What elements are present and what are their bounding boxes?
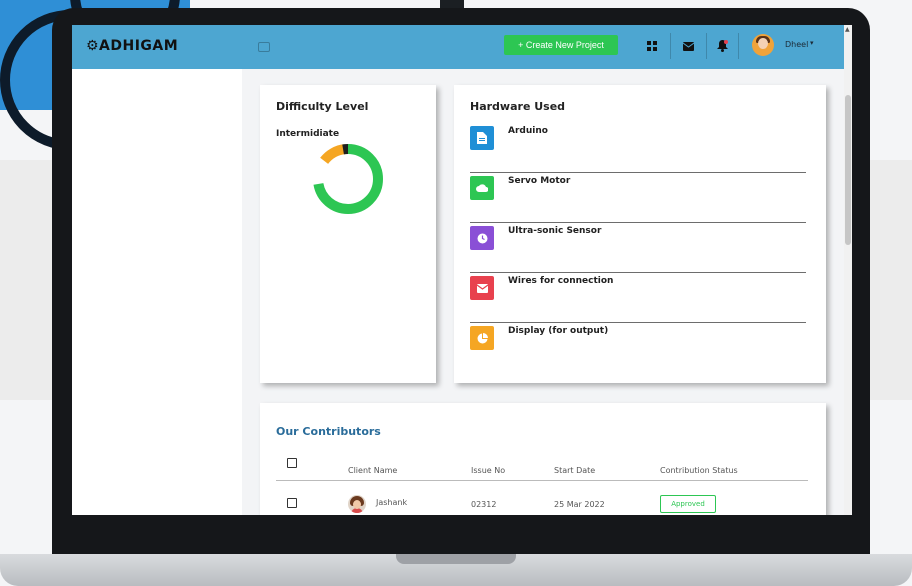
hardware-list-item[interactable]: Arduino <box>470 123 806 173</box>
scroll-up-icon[interactable]: ▲ <box>845 26 850 33</box>
status-badge: Approved <box>660 495 716 513</box>
column-header-start-date[interactable]: Start Date <box>554 466 595 475</box>
hardware-list-item[interactable]: Servo Motor <box>470 173 806 223</box>
laptop-notch <box>396 554 516 564</box>
hardware-item-label: Display (for output) <box>508 326 609 336</box>
contributors-card: Our Contributors Client Name Issue No St… <box>260 403 826 515</box>
create-project-button[interactable]: + Create New Project <box>504 35 618 55</box>
difficulty-card: Difficulty Level Intermidiate <box>260 85 436 383</box>
sidebar <box>72 69 242 515</box>
document-icon <box>470 126 494 150</box>
difficulty-level-label: Intermidiate <box>276 129 340 139</box>
contributor-name: Jashank <box>376 498 408 507</box>
pie-chart-icon <box>470 326 494 350</box>
hardware-card: Hardware Used Arduino Servo Motor Ultra-so… <box>454 85 826 383</box>
hardware-item-label: Ultra-sonic Sensor <box>508 226 602 236</box>
nav-divider <box>706 33 707 59</box>
contributor-avatar <box>348 495 366 513</box>
top-navbar: ⚙ADHIGAM + Create New Project Dheel ▾ <box>72 25 844 69</box>
cloud-icon <box>470 176 494 200</box>
column-header-client-name[interactable]: Client Name <box>348 466 397 475</box>
mail-icon[interactable] <box>680 38 696 54</box>
username-label[interactable]: Dheel <box>785 40 808 49</box>
hardware-title: Hardware Used <box>470 100 566 113</box>
start-date: 25 Mar 2022 <box>554 500 605 509</box>
menu-toggle-icon[interactable] <box>258 42 270 52</box>
hardware-item-label: Arduino <box>508 126 548 136</box>
vertical-scrollbar[interactable]: ▲ <box>844 25 852 515</box>
table-header-divider <box>276 480 808 481</box>
hardware-item-label: Wires for connection <box>508 276 614 286</box>
brand-logo[interactable]: ⚙ADHIGAM <box>86 38 178 54</box>
chevron-down-icon[interactable]: ▾ <box>810 39 814 47</box>
clock-icon <box>470 226 494 250</box>
issue-number: 02312 <box>471 500 497 509</box>
difficulty-title: Difficulty Level <box>276 100 369 113</box>
row-checkbox[interactable] <box>287 498 297 508</box>
user-avatar[interactable] <box>752 34 774 56</box>
hardware-list-item[interactable]: Ultra-sonic Sensor <box>470 223 806 273</box>
column-header-issue-no[interactable]: Issue No <box>471 466 505 475</box>
select-all-checkbox[interactable] <box>287 458 297 468</box>
nav-divider <box>738 33 739 59</box>
app-screen: ⚙ADHIGAM + Create New Project Dheel ▾ ▲ … <box>72 25 852 515</box>
difficulty-donut-chart <box>313 144 383 214</box>
bell-icon[interactable] <box>714 38 730 54</box>
column-header-contribution-status[interactable]: Contribution Status <box>660 466 738 475</box>
hardware-item-label: Servo Motor <box>508 176 571 186</box>
hardware-list-item[interactable]: Display (for output) <box>470 323 806 373</box>
scroll-thumb[interactable] <box>845 95 851 245</box>
nav-divider <box>670 33 671 59</box>
grid-icon[interactable] <box>644 38 660 54</box>
contributors-title: Our Contributors <box>276 425 381 438</box>
mail-icon <box>470 276 494 300</box>
hardware-list-item[interactable]: Wires for connection <box>470 273 806 323</box>
